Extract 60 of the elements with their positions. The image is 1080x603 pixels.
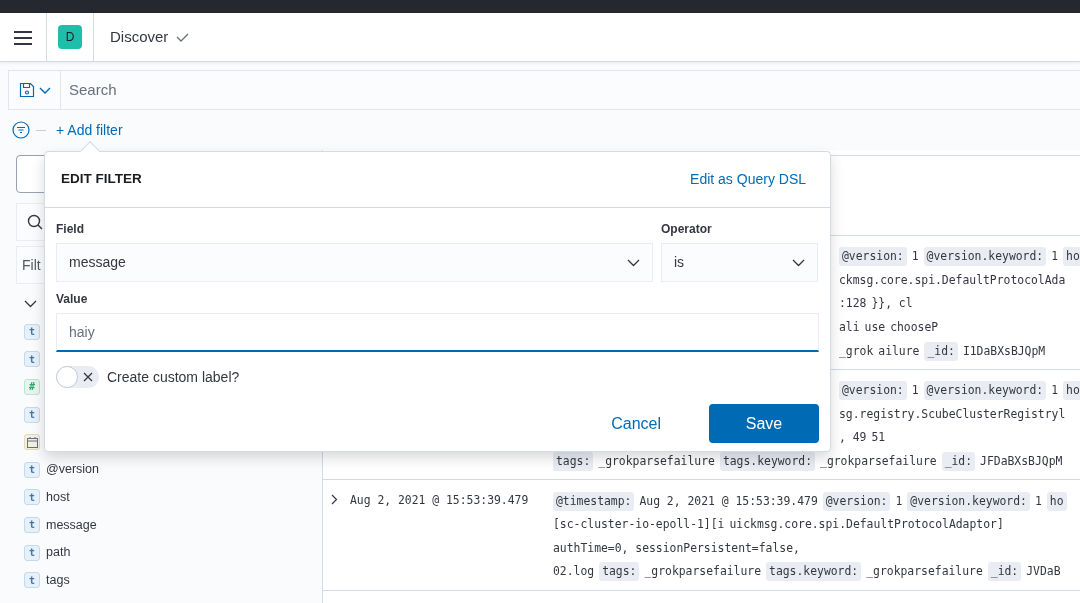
field-key-badge: tags: [599, 562, 640, 582]
field-key-badge: ho [1063, 247, 1080, 267]
field-value-text: _grok [839, 342, 874, 360]
field-type-token: t [24, 544, 40, 561]
field-value-text: JFDaBXsBJQpM [980, 453, 1063, 470]
field-value-text: authTime=0, sessionPersistent=false, [553, 539, 800, 557]
field-value-text: 02.log [553, 563, 595, 581]
field-key-badge: ho [1046, 491, 1067, 511]
field-value-text: JVDaB [1026, 563, 1061, 581]
field-key-badge: @version.keyword: [923, 381, 1047, 401]
field-type-token: # [24, 379, 40, 395]
field-value-text: 1 [1051, 248, 1059, 266]
field-value-text: 1 [1051, 382, 1059, 400]
field-value-text: :128 [839, 295, 867, 313]
field-value-text: ali [839, 319, 860, 336]
field-type-token: t [24, 489, 40, 506]
field-value-text: sg.registry.ScubeClusterRegistryl [839, 405, 1066, 423]
field-label: Field [56, 221, 85, 238]
field-value-text: uickmsg.core.spi.DefaultProtocolAdaptor] [729, 516, 1004, 534]
field-value-text: use [864, 319, 886, 336]
field-key-badge: @timestamp: [553, 491, 635, 511]
value-label: Value [56, 291, 89, 308]
field-type-token: t [24, 351, 40, 368]
field-value-text: 1 [1034, 492, 1042, 510]
field-value-text: ckmsg.core.spi.DefaultProtocolAda [839, 271, 1066, 289]
custom-label-text: Create custom label? [107, 367, 240, 387]
field-value-text: [sc-cluster-io-epoll-1][i [553, 516, 725, 534]
operator-label: Operator [661, 221, 713, 238]
field-key-badge: _id: [941, 452, 976, 472]
field-key-badge: _id: [924, 341, 958, 361]
field-value-text: chooseP [890, 319, 939, 336]
field-type-token: t [24, 406, 40, 423]
field-value-text: 1 [895, 492, 903, 510]
field-value-text: _grokparsefailure [644, 563, 762, 581]
field-type-token: t [24, 516, 40, 533]
field-value-text: 1 [911, 382, 919, 400]
field-key-badge: @version.keyword: [907, 491, 1030, 511]
field-type-token: t [24, 461, 40, 478]
field-key-badge: tags.keyword: [766, 562, 862, 582]
field-key-badge: tags: [553, 452, 594, 472]
field-value-text: ailure [878, 342, 920, 360]
field-type-token: t [24, 323, 40, 340]
field-value-text: _grokparsefailure [598, 453, 715, 470]
field-value-text: _grokparsefailure [866, 563, 983, 581]
field-value-text: _grokparsefailure [820, 453, 937, 470]
field-value-text: }}, cl [871, 295, 913, 313]
popover-title: EDIT FILTER [61, 170, 142, 189]
field-type-token: t [24, 572, 40, 589]
field-key-badge: _id: [987, 562, 1022, 582]
field-value-text: I1DaBXsBJQpM [962, 342, 1046, 360]
field-key-badge: @version.keyword: [923, 247, 1047, 267]
field-value-text: 1 [911, 248, 919, 266]
field-value-text: , 49 [839, 429, 867, 447]
field-key-badge: @version: [839, 247, 907, 267]
field-key-badge: @version: [839, 381, 907, 401]
field-value-text: 51 [871, 429, 886, 447]
timestamp-text: Aug 2, 2021 @ 15:53:39.479 [350, 492, 529, 510]
field-key-badge: @version: [822, 491, 891, 511]
field-key-badge: ho [1063, 381, 1080, 401]
field-value-text: Aug 2, 2021 @ 15:53:39.479 [639, 492, 818, 510]
